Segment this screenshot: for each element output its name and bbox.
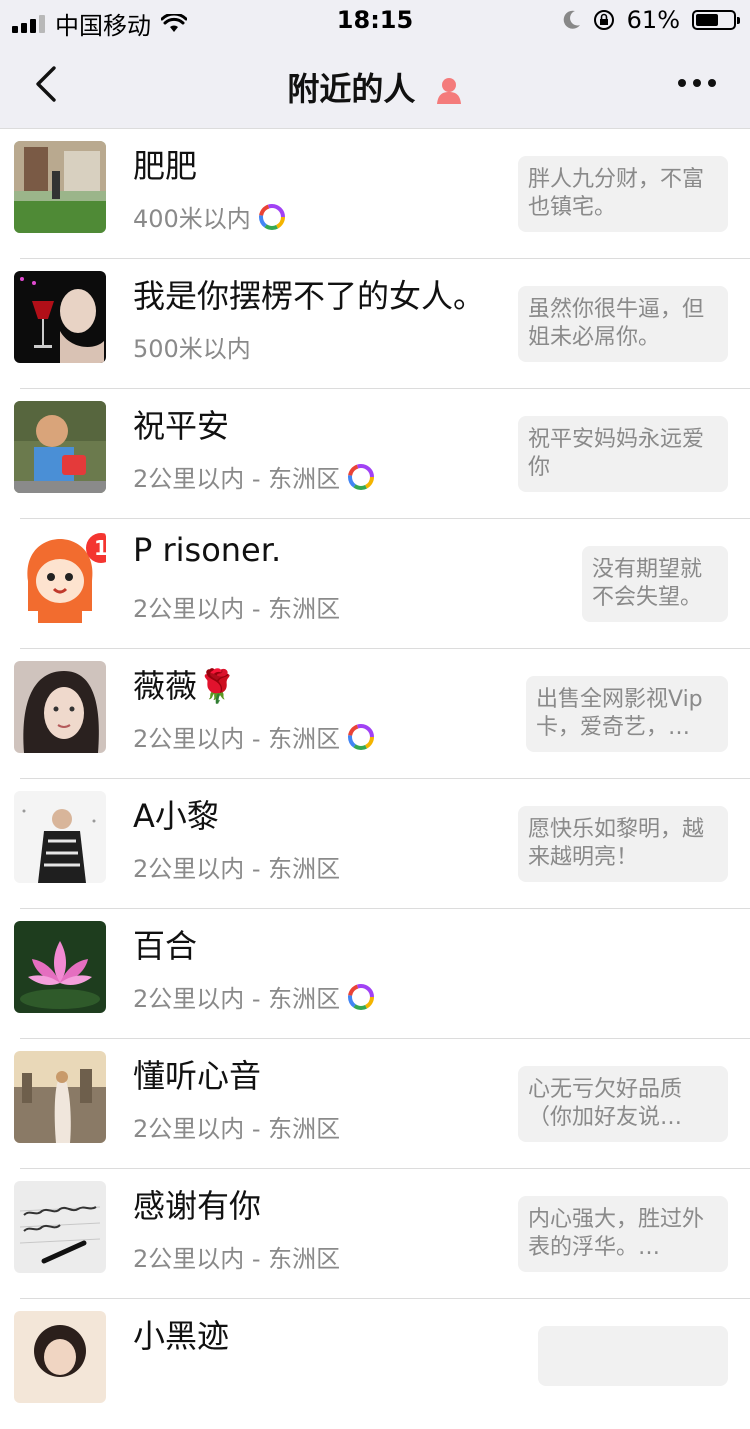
avatar: [14, 271, 106, 363]
moments-ring-icon: [348, 723, 375, 750]
distance-text: 2公里以内 - 东洲区: [133, 855, 341, 883]
list-item[interactable]: 小黑迹: [0, 1299, 750, 1429]
avatar-lotus-photo: [14, 921, 106, 1013]
person-distance: 2公里以内 - 东洲区: [133, 849, 340, 884]
avatar-snow-photo: [14, 791, 106, 883]
list-item[interactable]: 1 P risoner. 2公里以内 - 东洲区 没有期望就不会失望。: [0, 519, 750, 649]
avatar: 1: [14, 531, 106, 623]
avatar-wine-photo: [14, 271, 106, 363]
person-distance: 2公里以内 - 东洲区: [133, 1239, 340, 1274]
signature-bubble: 虽然你很牛逼，但姐未必屌你。: [518, 286, 728, 362]
avatar: [14, 1051, 106, 1143]
avatar: [14, 921, 106, 1013]
person-name: 我是你摆楞不了的女人。: [133, 277, 486, 315]
person-distance: 2公里以内 - 东洲区: [133, 459, 375, 494]
person-name: P risoner.: [133, 531, 282, 569]
person-distance: 2公里以内 - 东洲区: [133, 979, 375, 1014]
distance-text: 2公里以内 - 东洲区: [133, 725, 341, 753]
avatar-woman-photo: [14, 661, 106, 753]
avatar-girl-photo: [14, 1311, 106, 1403]
more-dots-icon[interactable]: [674, 68, 720, 98]
moments-ring-icon: [348, 463, 375, 490]
distance-text: 400米以内: [133, 205, 251, 233]
avatar-calligraphy-photo: [14, 1181, 106, 1273]
page-title: 附近的人: [0, 64, 750, 110]
avatar: [14, 1181, 106, 1273]
person-name: A小黎: [133, 797, 219, 835]
avatar: [14, 791, 106, 883]
battery-fill: [696, 14, 718, 26]
list-item[interactable]: 感谢有你 2公里以内 - 东洲区 内心强大，胜过外表的浮华。…: [0, 1169, 750, 1299]
moments-ring-icon: [348, 983, 375, 1010]
list-item[interactable]: 百合 2公里以内 - 东洲区: [0, 909, 750, 1039]
avatar-city-photo: [14, 1051, 106, 1143]
distance-text: 2公里以内 - 东洲区: [133, 465, 341, 493]
list-item[interactable]: 我是你摆楞不了的女人。 500米以内 虽然你很牛逼，但姐未必屌你。: [0, 259, 750, 389]
person-name: 薇薇🌹: [133, 667, 237, 705]
nearby-people-list: 肥肥 400米以内 胖人九分财，不富也镇宅。 我是你摆楞不了的女人。 500米以…: [0, 129, 750, 1429]
person-name: 感谢有你: [133, 1187, 262, 1225]
rotation-lock-icon: [593, 10, 614, 30]
person-name: 肥肥: [133, 147, 198, 185]
moments-ring-icon: [258, 203, 285, 230]
status-right: 61%: [563, 6, 740, 34]
list-item[interactable]: 肥肥 400米以内 胖人九分财，不富也镇宅。: [0, 129, 750, 259]
signature-bubble: 祝平安妈妈永远爱你: [518, 416, 728, 492]
person-name: 百合: [133, 927, 198, 965]
battery-percent: 61%: [626, 6, 680, 34]
distance-text: 2公里以内 - 东洲区: [133, 1245, 341, 1273]
person-name: 懂听心音: [133, 1057, 262, 1095]
avatar: [14, 1311, 106, 1403]
distance-text: 2公里以内 - 东洲区: [133, 595, 341, 623]
signature-bubble: 愿快乐如黎明，越来越明亮！: [518, 806, 728, 882]
distance-text: 500米以内: [133, 335, 251, 363]
avatar: [14, 401, 106, 493]
signature-bubble: [538, 1326, 728, 1386]
person-distance: 2公里以内 - 东洲区: [133, 1109, 340, 1144]
page-title-text: 附近的人: [287, 70, 416, 108]
person-name: 祝平安: [133, 407, 230, 445]
person-distance: 2公里以内 - 东洲区: [133, 589, 340, 624]
female-person-icon: [436, 78, 461, 104]
avatar-garden-photo: [14, 141, 106, 233]
signature-bubble: 内心强大，胜过外表的浮华。…: [518, 1196, 728, 1272]
avatar: [14, 141, 106, 233]
battery-icon: [692, 10, 740, 30]
distance-text: 2公里以内 - 东洲区: [133, 985, 341, 1013]
person-name: 小黑迹: [133, 1317, 230, 1355]
list-item[interactable]: 祝平安 2公里以内 - 东洲区 祝平安妈妈永远爱你: [0, 389, 750, 519]
person-distance: 400米以内: [133, 199, 285, 234]
list-item[interactable]: 懂听心音 2公里以内 - 东洲区 心无亏欠好品质（你加好友说…: [0, 1039, 750, 1169]
list-item[interactable]: 薇薇🌹 2公里以内 - 东洲区 出售全网影视Vip卡，爱奇艺，…: [0, 649, 750, 779]
moon-icon: [563, 10, 580, 29]
nav-bar: 附近的人: [0, 40, 750, 129]
avatar-child-photo: [14, 401, 106, 493]
signature-bubble: 胖人九分财，不富也镇宅。: [518, 156, 728, 232]
list-item[interactable]: A小黎 2公里以内 - 东洲区 愿快乐如黎明，越来越明亮！: [0, 779, 750, 909]
distance-text: 2公里以内 - 东洲区: [133, 1115, 341, 1143]
signature-bubble: 没有期望就不会失望。: [582, 546, 728, 622]
signature-bubble: 出售全网影视Vip卡，爱奇艺，…: [526, 676, 728, 752]
status-bar: 中国移动 18:15 61%: [0, 0, 750, 40]
avatar: [14, 661, 106, 753]
signature-bubble: 心无亏欠好品质（你加好友说…: [518, 1066, 728, 1142]
person-distance: 2公里以内 - 东洲区: [133, 719, 375, 754]
person-distance: 500米以内: [133, 329, 251, 364]
